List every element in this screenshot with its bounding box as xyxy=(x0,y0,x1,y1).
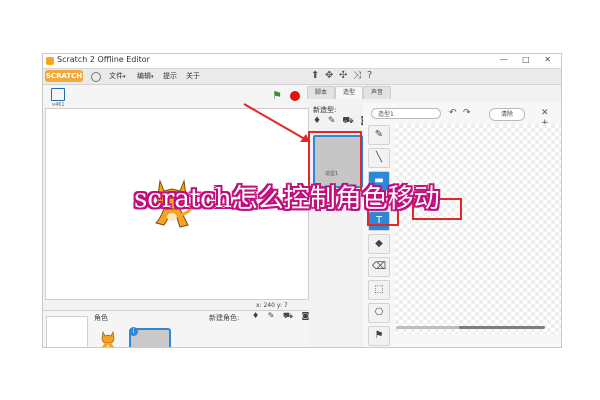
info-icon[interactable]: i xyxy=(129,327,138,336)
fill-icon[interactable]: ◆ xyxy=(368,234,390,254)
menu-file[interactable]: 文件▾ xyxy=(109,71,126,81)
menu-about[interactable]: 关于 xyxy=(186,71,200,81)
stamp-icon[interactable]: ⚑ xyxy=(368,326,390,346)
shrink-icon[interactable]: ⤨ xyxy=(353,70,361,81)
menu-tips[interactable]: 提示 xyxy=(163,71,177,81)
scratch-logo[interactable]: SCRATCH xyxy=(45,70,83,82)
costume-name-input[interactable]: 造型1 xyxy=(371,108,441,119)
canvas-scroll-thumb[interactable] xyxy=(459,326,545,329)
globe-icon[interactable] xyxy=(91,72,101,82)
tab-scripts[interactable]: 脚本 xyxy=(307,86,335,99)
window-controls[interactable]: — □ ✕ xyxy=(500,55,557,64)
clear-button[interactable]: 清除 xyxy=(489,108,525,121)
menu-edit[interactable]: 编辑▾ xyxy=(137,71,154,81)
stage-thumbnail[interactable] xyxy=(46,316,88,347)
sprite-thumbnail-cat[interactable] xyxy=(98,330,118,347)
brush-icon[interactable]: ✎ xyxy=(368,125,390,145)
tab-costumes[interactable]: 造型 xyxy=(335,86,363,99)
overlay-headline: scratch怎么控制角色移动 xyxy=(134,184,440,214)
mouse-coordinates: x: 240 y: 7 xyxy=(256,302,288,309)
tab-bar: 脚本 造型 声音 xyxy=(307,86,397,99)
select-icon[interactable]: ⬚ xyxy=(368,280,390,300)
reshape-icon[interactable]: ⎔ xyxy=(368,303,390,323)
app-icon xyxy=(46,57,54,65)
red-arrow xyxy=(243,103,311,143)
tab-sounds[interactable]: 声音 xyxy=(363,86,391,99)
presentation-mode-icon[interactable] xyxy=(51,88,65,101)
paint-tools: ✎ ╲ ▬ T ◆ ⌫ ⬚ ⎔ ⚑ xyxy=(368,125,390,346)
paint-canvas[interactable] xyxy=(395,124,561,334)
duplicate-icon[interactable]: ⬆ xyxy=(311,70,319,81)
grow-icon[interactable]: ✣ xyxy=(339,70,347,81)
undo-icon[interactable]: ↶ xyxy=(449,108,457,118)
redo-icon[interactable]: ↷ xyxy=(463,108,471,118)
window-title: Scratch 2 Offline Editor xyxy=(57,55,150,64)
title-bar: Scratch 2 Offline Editor — □ ✕ xyxy=(43,54,561,69)
line-icon[interactable]: ╲ xyxy=(368,148,390,168)
new-sprite-label: 新建角色: xyxy=(209,314,240,322)
help-icon[interactable]: ? xyxy=(367,70,372,81)
sprites-label: 角色 xyxy=(94,314,108,322)
eraser-icon[interactable]: ⌫ xyxy=(368,257,390,277)
cut-icon[interactable]: ✥ xyxy=(325,70,333,81)
menu-bar: SCRATCH 文件▾ 编辑▾ 提示 关于 ⬆ ✥ ✣ ⤨ ? xyxy=(43,69,561,85)
new-sprite-icons[interactable]: ♦ ✎ ⛟ ◙ xyxy=(252,311,312,321)
